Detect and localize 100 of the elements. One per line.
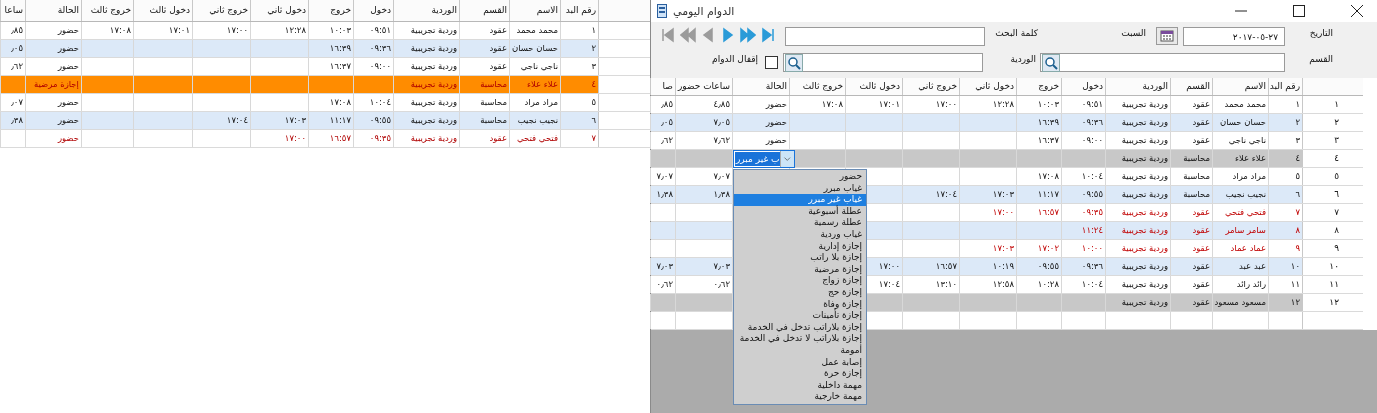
column-header[interactable]: الحالة [25,0,81,21]
table-row[interactable]: ١ ١ محمد محمد عقود وردية تجريبية ٠٩:٥١ ١٠:٠٣ ١٢:٢٨ ١٧:٠٠ ١٧:٠١ ١٧:٠٨ حضور ٤٫٨٥ ٫٨٥ [651,96,1363,114]
dropdown-option[interactable]: إجازة بلاراتب تدخل في الخدمة [734,321,866,334]
dropdown-option[interactable]: غياب غير مبرر [734,194,866,206]
nav-button-icon[interactable] [760,27,776,43]
dropdown-option[interactable]: إجازة تأمينات [734,310,866,322]
table-cell: نجيب نجيب [1212,186,1268,203]
row-header[interactable]: ١٢ [1302,294,1363,311]
table-row[interactable]: ٢ ٢ حسان حسان عقود وردية تجريبية ٠٩:٣٦ ١٦:٣٩ حضور ٧٫٠٥ ٫٠٥ [651,114,1363,132]
column-header[interactable]: القسم [1170,78,1212,95]
department-field[interactable] [1040,53,1285,72]
table-row[interactable]: ٣ ٣ ناجي ناجي عقود وردية تجريبية ٠٩:٠٠ ١٦:٣٧ حضور ٧٫٦٢ ٫٦٢ [651,132,1363,150]
dropdown-option[interactable]: عطلة أسبوعية [734,205,866,218]
table-cell: محاسبة [459,94,509,111]
table-row[interactable]: ٥ مراد مراد محاسبة وردية تجريبية ١٠:٠٤ ١٧:٠٨ حضور ٫٠٧ [0,94,650,112]
column-header[interactable]: الاسم [509,0,560,21]
dropdown-option[interactable]: أمومة [734,344,866,357]
column-header[interactable]: خروج [308,0,353,21]
table-cell: ١٧:٠١ [845,96,902,113]
column-header[interactable]: خروج ثاني [192,0,250,21]
search-icon[interactable] [1042,53,1060,72]
table-cell: ٥ [560,94,598,111]
dropdown-option[interactable]: غياب وردية [734,228,866,241]
lock-checkbox[interactable] [765,56,778,69]
close-icon[interactable] [1351,5,1363,17]
column-header[interactable]: دخول ثاني [250,0,308,21]
column-header[interactable]: الاسم [1212,78,1268,95]
table-cell: ٦ [1268,186,1302,203]
date-field[interactable]: ٢٧-٠٥-٢٠١٧ [1183,27,1285,46]
nav-button-icon[interactable] [720,27,736,43]
table-cell: ١٧:٠٣ [250,112,308,129]
column-header[interactable]: ساعا [0,0,25,21]
column-header[interactable]: دخول ثالث [133,0,192,21]
table-cell: ١٢ [1268,294,1302,311]
dropdown-option[interactable]: إجازة وفاة [734,298,866,311]
column-header[interactable]: الوردية [393,0,459,21]
table-row[interactable]: ٧ فتحي فتحي عقود وردية تجريبية ٠٩:٣٥ ١٦:٥٧ ١٧:٠٠ حضور [0,130,650,148]
table-cell: ١٧:٠٠ [902,96,959,113]
dropdown-option[interactable]: إصابة عمل [734,356,866,369]
table-cell: محاسبة [1170,168,1212,185]
column-header[interactable]: صا [650,78,675,95]
shift-field[interactable] [783,53,983,72]
column-header[interactable]: الحالة [732,78,789,95]
dropdown-option[interactable]: إجازة إدارية [734,240,866,253]
row-header[interactable]: ٤ [1302,150,1363,167]
table-cell: حضور [732,96,789,113]
row-header[interactable]: ٨ [1302,222,1363,239]
dropdown-option[interactable]: مهمة داخلية [734,379,866,392]
search-icon[interactable] [785,53,803,72]
column-header[interactable]: الوردية [1105,78,1170,95]
table-cell: ١٠ [1268,258,1302,275]
table-row[interactable]: ٦ نجيب نجيب محاسبة وردية تجريبية ٠٩:٥٥ ١١:١٧ ١٧:٠٣ ١٧:٠٤ حضور ٫٣٨ [0,112,650,130]
table-cell: ١٧:٠٨ [308,94,353,111]
row-header[interactable]: ١٠ [1302,258,1363,275]
table-cell: وردية تجريبية [1105,114,1170,131]
table-cell: ١٦:٣٩ [1016,114,1061,131]
table-cell: عماد عماد [1212,240,1268,257]
window-title: الدوام اليومي [673,4,735,18]
table-row[interactable]: ١ محمد محمد عقود وردية تجريبية ٠٩:٥١ ١٠:٠٣ ١٢:٢٨ ١٧:٠٠ ١٧:٠١ ١٧:٠٨ حضور ٫٨٥ [0,22,650,40]
row-header[interactable]: ٦ [1302,186,1363,203]
dropdown-option[interactable]: مهمة خارجية [734,391,866,403]
table-cell: وردية تجريبية [1105,96,1170,113]
column-header[interactable]: خروج ثالث [81,0,133,21]
table-cell: ١٢:٢٨ [250,22,308,39]
column-header[interactable]: دخول [353,0,393,21]
column-header[interactable]: خروج ثاني [902,78,959,95]
column-header[interactable]: خروج [1016,78,1061,95]
dropdown-option[interactable]: إجازة حرة [734,368,866,380]
column-header[interactable]: رقم البد [560,0,598,21]
table-cell: وردية تجريبية [1105,186,1170,203]
table-cell: ١٧:٠٢ [1016,240,1061,257]
table-row[interactable]: ٢ حسان حسان عقود وردية تجريبية ٠٩:٣٦ ١٦:٣٩ حضور ٫٠٥ [0,40,650,58]
maximize-icon[interactable] [1293,5,1305,17]
chevron-down-icon[interactable] [780,151,794,167]
table-row[interactable]: ٣ ناجي ناجي عقود وردية تجريبية ٠٩:٠٠ ١٦:٣٧ حضور ٫٦٢ [0,58,650,76]
column-header[interactable]: رقم البد [1268,78,1302,95]
column-header[interactable]: ساعات حضور [675,78,732,95]
table-cell: ١١:١٧ [1016,186,1061,203]
dropdown-option[interactable]: إجازة بلاراتب لا تدخل في الخدمة [734,333,866,345]
table-cell: ١٦:٣٧ [1016,132,1061,149]
table-cell: ٠٩:٥٥ [1016,258,1061,275]
dropdown-option[interactable]: حضور [734,171,866,183]
table-cell: ١ [1268,96,1302,113]
table-cell: ١٦:٥٧ [1016,204,1061,221]
table-cell: ٢ [560,40,598,57]
table-cell: ٢ [1268,114,1302,131]
calendar-icon[interactable] [1156,27,1178,45]
nav-button-icon[interactable] [740,27,756,43]
row-header[interactable]: ٢ [1302,114,1363,131]
table-cell: حضور [25,22,81,39]
status-combobox[interactable]: ب غير مبرر [733,150,795,168]
search-field[interactable] [785,27,985,46]
column-header[interactable]: دخول ثالث [845,78,902,95]
column-header[interactable]: دخول [1061,78,1105,95]
table-cell: ٧٫٠٧ [650,168,675,185]
table-cell: عقود [459,130,509,147]
column-header[interactable]: خروج ثالث [789,78,845,95]
column-header[interactable]: دخول ثاني [959,78,1016,95]
table-cell: محمد محمد [509,22,560,39]
column-header[interactable]: القسم [459,0,509,21]
